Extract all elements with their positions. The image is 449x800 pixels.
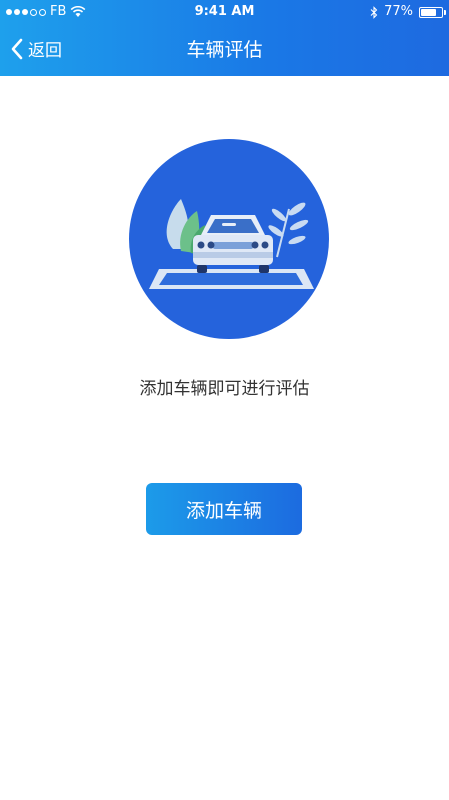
bluetooth-icon	[370, 5, 378, 19]
add-vehicle-button[interactable]: 添加车辆	[146, 483, 302, 535]
battery-icon	[419, 6, 446, 18]
car-evaluation-illustration	[129, 139, 329, 339]
empty-state-hint: 添加车辆即可进行评估	[139, 379, 310, 399]
status-right: 77%	[370, 0, 446, 24]
top-bar: FB 9:41 AM 77% 返回 车辆评估	[0, 0, 449, 76]
status-bar: FB 9:41 AM 77%	[0, 0, 449, 24]
page-title: 车辆评估	[186, 39, 263, 61]
nav-bar: 返回 车辆评估	[0, 24, 449, 76]
battery-percent: 77%	[384, 4, 413, 19]
